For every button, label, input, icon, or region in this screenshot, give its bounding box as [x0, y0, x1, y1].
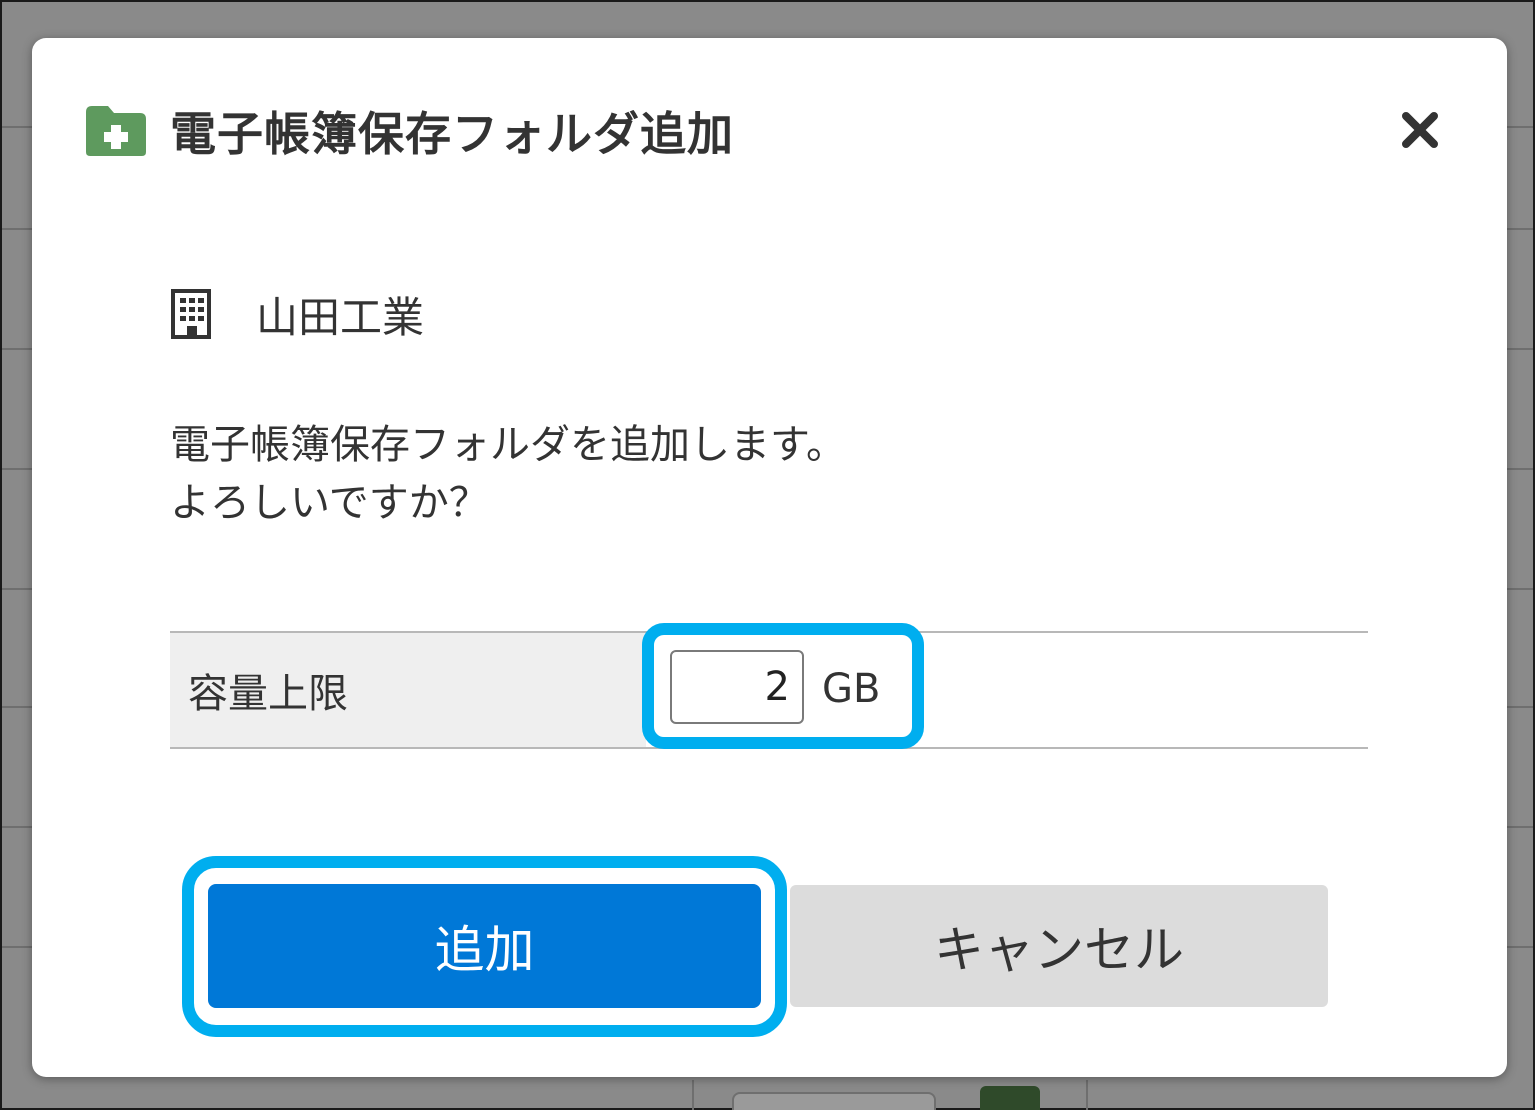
- close-icon: [1400, 110, 1440, 154]
- background-button: [732, 1092, 936, 1110]
- background-folder-icon: [980, 1086, 1040, 1110]
- capacity-unit: GB: [822, 666, 881, 712]
- add-button-label: 追加: [434, 921, 535, 979]
- message-line: よろしいですか？: [170, 480, 489, 526]
- cancel-button[interactable]: キャンセル: [790, 885, 1328, 1007]
- capacity-input[interactable]: [670, 650, 804, 724]
- close-button[interactable]: [1392, 104, 1448, 160]
- message-line: 電子帳簿保存フォルダを追加します。: [170, 422, 846, 468]
- background-divider: [1086, 1080, 1088, 1110]
- folder-plus-icon: [84, 104, 148, 158]
- background-divider: [692, 1080, 694, 1110]
- company-name: 山田工業: [256, 292, 425, 342]
- capacity-label: 容量上限: [188, 671, 348, 717]
- confirmation-message: 電子帳簿保存フォルダを追加します。 よろしいですか？: [170, 416, 846, 532]
- dialog-title: 電子帳簿保存フォルダ追加: [170, 107, 734, 161]
- building-icon: [170, 289, 214, 339]
- capacity-label-cell: 容量上限: [170, 633, 646, 747]
- add-button[interactable]: 追加: [208, 884, 761, 1008]
- company-info: 山田工業: [170, 284, 424, 344]
- dialog-header: 電子帳簿保存フォルダ追加: [84, 96, 734, 166]
- cancel-button-label: キャンセル: [934, 921, 1184, 979]
- add-folder-dialog: 電子帳簿保存フォルダ追加 山田工業 電子帳簿保存フォルダを追加します。 よろしい…: [32, 38, 1507, 1077]
